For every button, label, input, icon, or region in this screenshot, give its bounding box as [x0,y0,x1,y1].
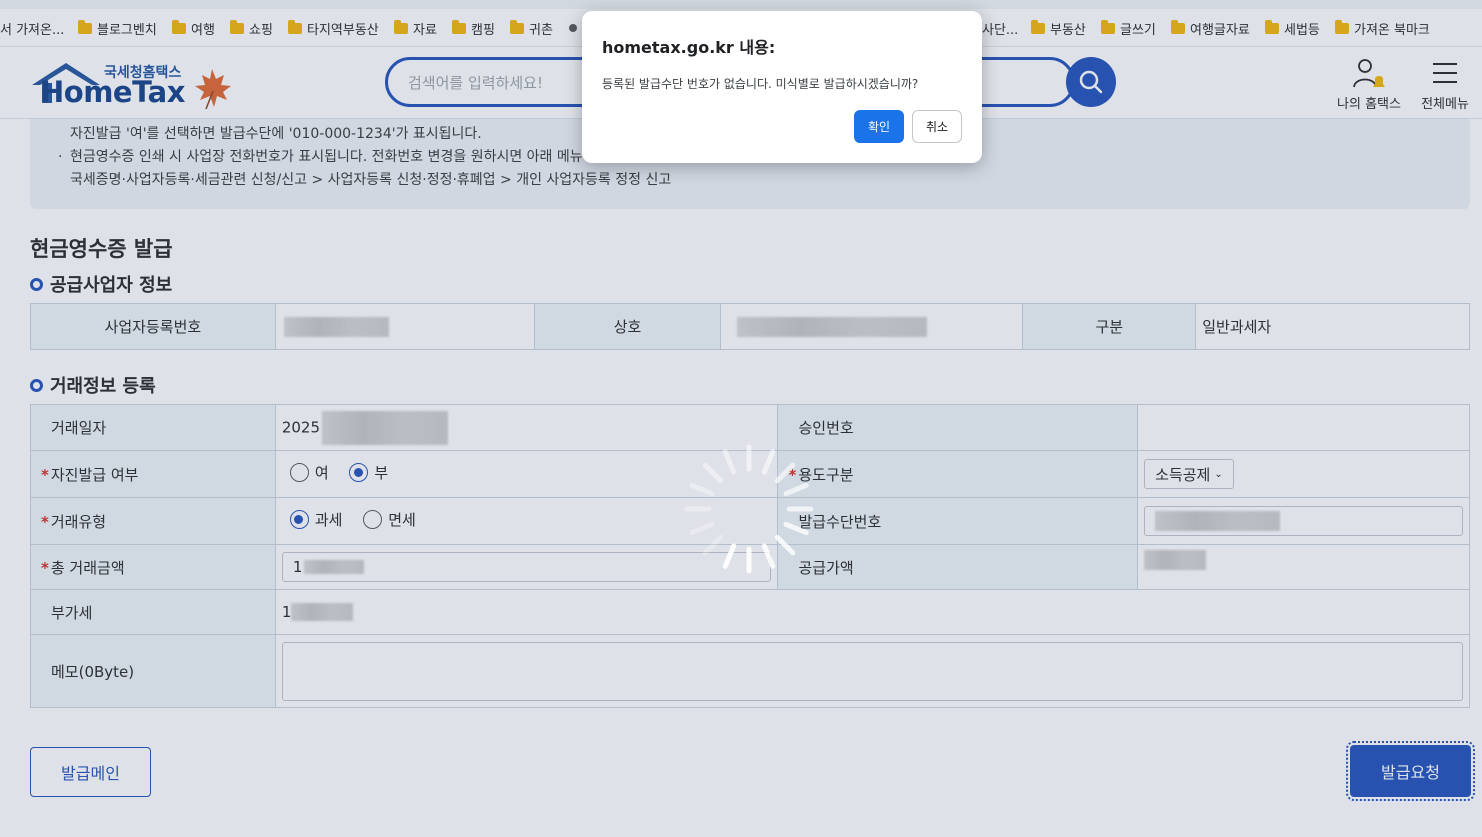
spinner-tick [702,534,724,556]
spinner-tick [689,482,715,497]
spinner-tick [774,462,796,484]
spinner-tick [722,543,737,569]
spinner-tick [722,449,737,475]
spinner-tick [774,534,796,556]
spinner-tick [783,482,809,497]
spinner-tick [761,543,776,569]
dialog-title: hometax.go.kr 내용: [602,38,776,57]
alert-dialog: hometax.go.kr 내용: 등록된 발급수단 번호가 없습니다. 미식별… [582,11,982,163]
spinner-tick [783,521,809,536]
spinner-tick [761,449,776,475]
dialog-ok-button[interactable]: 확인 [854,110,904,143]
spinner-tick [702,462,724,484]
dialog-cancel-button[interactable]: 취소 [912,110,962,143]
loading-spinner-icon [684,444,814,574]
spinner-tick [689,521,715,536]
dialog-message: 등록된 발급수단 번호가 없습니다. 미식별로 발급하시겠습니까? [602,77,919,91]
